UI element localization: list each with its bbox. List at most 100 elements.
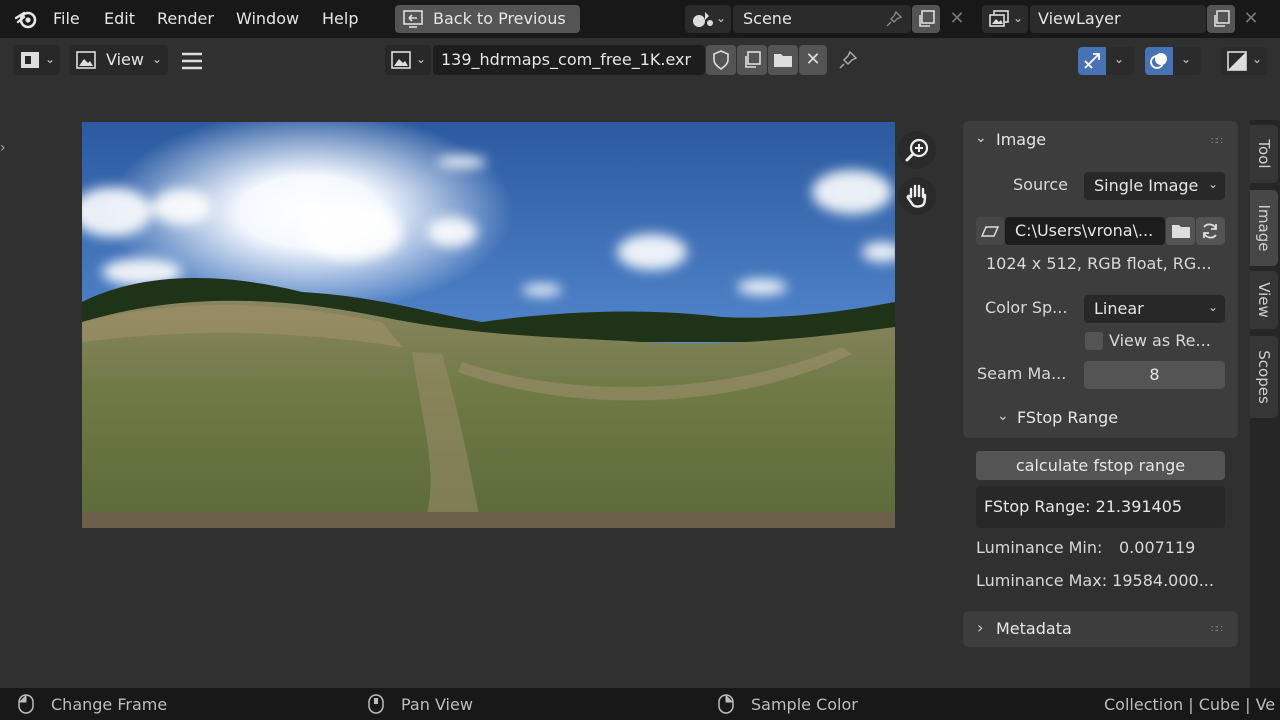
reload-icon	[1200, 221, 1220, 241]
hdr-panorama-image	[82, 122, 895, 528]
seam-margin-label: Seam Ma...	[977, 364, 1067, 383]
filepath-text: C:\Users\vrona\...	[1015, 221, 1154, 240]
menu-edit[interactable]: Edit	[104, 0, 135, 38]
image-name-field[interactable]: 139_hdrmaps_com_free_1K.exr	[433, 45, 705, 75]
gizmo-dropdown[interactable]: ⌄	[1106, 47, 1134, 75]
seam-margin-field[interactable]: 8	[1084, 361, 1225, 389]
folder-icon	[773, 52, 793, 68]
image-panel-title: Image	[996, 130, 1047, 149]
viewlayer-name-field[interactable]: ViewLayer	[1030, 5, 1206, 33]
tab-scopes[interactable]: Scopes	[1250, 336, 1278, 418]
metadata-title: Metadata	[996, 619, 1072, 638]
color-space-dropdown[interactable]: Linear ⌄	[1084, 295, 1225, 323]
fstop-subpanel-header[interactable]: ⌄ FStop Range	[983, 402, 1223, 430]
image-panel-header[interactable]: ⌄ Image ∷∷	[963, 121, 1238, 159]
source-label: Source	[1013, 175, 1068, 194]
file-icon	[980, 224, 1000, 238]
tab-image[interactable]: Image	[1250, 190, 1278, 266]
back-to-previous-label: Back to Previous	[433, 9, 566, 28]
reload-button[interactable]	[1196, 217, 1225, 245]
display-channels-dropdown[interactable]: ⌄	[1221, 47, 1267, 75]
chevron-down-icon: ⌄	[716, 11, 727, 25]
overlay-toggle-button[interactable]	[1145, 47, 1173, 75]
view-as-render-checkbox[interactable]	[1085, 332, 1103, 350]
mouse-right-icon	[718, 694, 734, 714]
overlay-icon	[1149, 51, 1169, 71]
menu-file[interactable]: File	[53, 0, 80, 38]
drag-handle-icon[interactable]: ∷∷	[1211, 624, 1223, 635]
tab-tool-label: Tool	[1255, 139, 1273, 169]
color-space-label: Color Sp...	[985, 298, 1068, 317]
drag-handle-icon[interactable]: ∷∷	[1211, 136, 1223, 147]
duplicate-icon	[1212, 10, 1230, 28]
back-to-previous-button[interactable]: Back to Previous	[395, 5, 580, 33]
open-image-button[interactable]	[768, 45, 798, 75]
menu-render[interactable]: Render	[157, 0, 214, 38]
chevron-down-icon: ⌄	[1208, 177, 1219, 191]
chevron-down-icon: ⌄	[416, 52, 427, 66]
color-space-value: Linear	[1094, 299, 1144, 318]
tab-scopes-label: Scopes	[1255, 350, 1273, 404]
view-mode-label: View	[106, 50, 144, 69]
new-image-button[interactable]	[737, 45, 767, 75]
source-dropdown[interactable]: Single Image ⌄	[1084, 172, 1225, 200]
pin-icon[interactable]	[838, 50, 858, 70]
browse-file-button[interactable]	[1166, 217, 1195, 245]
viewlayer-close-icon[interactable]: ✕	[1238, 5, 1264, 33]
chevron-down-icon: ⌄	[45, 52, 56, 66]
fstop-subpanel-title: FStop Range	[1017, 408, 1119, 427]
shield-icon	[712, 50, 730, 70]
hand-pan-icon[interactable]	[898, 177, 936, 215]
status-sample-color: Sample Color	[751, 695, 858, 714]
tab-image-label: Image	[1255, 204, 1273, 252]
menu-window[interactable]: Window	[236, 0, 299, 38]
toolbar-expand-chevron-icon[interactable]: ›	[0, 140, 6, 156]
calculate-fstop-label: calculate fstop range	[1015, 456, 1186, 475]
pin-icon[interactable]	[885, 10, 903, 28]
screen-back-icon	[403, 10, 423, 28]
sidebar-tabs: Tool Image View Scopes	[1250, 120, 1280, 688]
tab-view-label: View	[1255, 282, 1273, 318]
image-panel: ⌄ Image ∷∷ Source Single Image ⌄ C:\User…	[963, 121, 1238, 438]
view-mode-dropdown[interactable]: View ⌄	[70, 45, 168, 75]
filepath-icon-button[interactable]	[976, 217, 1004, 245]
fstop-subpanel-body: calculate fstop range FStop Range: 21.39…	[963, 438, 1238, 604]
mouse-left-icon	[18, 694, 34, 714]
tab-tool[interactable]: Tool	[1250, 125, 1278, 183]
luminance-min-label: Luminance Min:	[976, 538, 1103, 557]
image-icon	[391, 51, 411, 69]
status-change-frame: Change Frame	[51, 695, 168, 714]
status-scene-stats: Collection | Cube | Ve	[1104, 695, 1276, 714]
gizmo-toggle-button[interactable]	[1078, 47, 1106, 75]
viewlayer-icon	[988, 10, 1010, 28]
status-pan-view: Pan View	[401, 695, 473, 714]
metadata-panel[interactable]: › Metadata ∷∷	[963, 611, 1238, 647]
seam-margin-value: 8	[1149, 365, 1160, 384]
view-as-render-label: View as Re...	[1109, 331, 1211, 350]
viewlayer-duplicate-button[interactable]	[1207, 5, 1235, 33]
scene-name-field[interactable]: Scene	[733, 5, 911, 33]
scene-type-dropdown[interactable]: ⌄	[685, 5, 731, 33]
filepath-field[interactable]: C:\Users\vrona\...	[1005, 217, 1165, 245]
blender-logo-icon[interactable]	[14, 8, 38, 30]
calculate-fstop-button[interactable]: calculate fstop range	[976, 451, 1225, 480]
scene-close-icon[interactable]: ✕	[944, 5, 970, 33]
scene-duplicate-button[interactable]	[912, 5, 940, 33]
scene-name-text: Scene	[743, 9, 792, 28]
hamburger-menu-icon[interactable]	[180, 51, 204, 71]
chevron-down-icon: ⌄	[1181, 52, 1192, 66]
chevron-right-icon: ›	[977, 618, 984, 637]
tab-view[interactable]: View	[1250, 271, 1278, 329]
fake-user-button[interactable]	[706, 45, 736, 75]
fstop-range-text: FStop Range: 21.391405	[984, 497, 1183, 516]
zoom-icon[interactable]	[898, 131, 936, 169]
duplicate-icon	[917, 10, 935, 28]
unlink-image-button[interactable]: ✕	[799, 45, 827, 75]
overlay-dropdown[interactable]: ⌄	[1173, 47, 1201, 75]
editor-type-dropdown[interactable]: ⌄	[14, 45, 60, 75]
viewlayer-type-dropdown[interactable]: ⌄	[982, 5, 1028, 33]
chevron-down-icon: ⌄	[975, 130, 987, 146]
menu-help[interactable]: Help	[322, 0, 358, 38]
luminance-min-value: 0.007119	[1119, 538, 1196, 557]
image-browse-dropdown[interactable]: ⌄	[385, 45, 431, 75]
